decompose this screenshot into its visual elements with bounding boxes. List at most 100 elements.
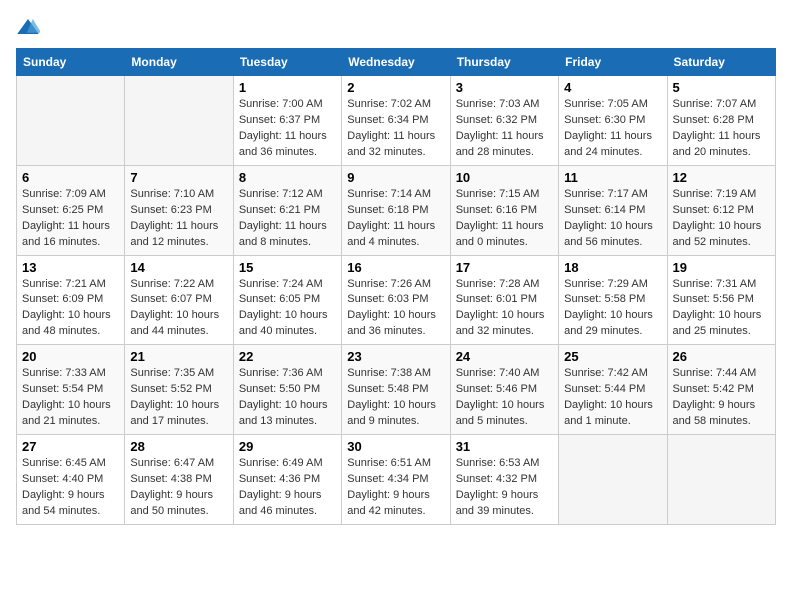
calendar-cell: 15Sunrise: 7:24 AMSunset: 6:05 PMDayligh…	[233, 255, 341, 345]
cell-info: Sunrise: 6:51 AM	[347, 456, 444, 472]
calendar-table: SundayMondayTuesdayWednesdayThursdayFrid…	[16, 48, 776, 525]
cell-info: Sunrise: 7:09 AM	[22, 187, 119, 203]
cell-info: Sunset: 6:34 PM	[347, 113, 444, 129]
cell-info: Sunset: 4:36 PM	[239, 472, 336, 488]
day-header-sunday: Sunday	[17, 49, 125, 76]
cell-info: Sunrise: 7:15 AM	[456, 187, 553, 203]
cell-info: Daylight: 10 hours and 13 minutes.	[239, 398, 336, 430]
cell-info: Sunset: 5:42 PM	[673, 382, 770, 398]
cell-info: Sunset: 6:23 PM	[130, 203, 227, 219]
cell-info: Daylight: 10 hours and 40 minutes.	[239, 308, 336, 340]
calendar-week-3: 13Sunrise: 7:21 AMSunset: 6:09 PMDayligh…	[17, 255, 776, 345]
cell-info: Sunset: 5:48 PM	[347, 382, 444, 398]
cell-info: Sunrise: 7:00 AM	[239, 97, 336, 113]
cell-info: Daylight: 11 hours and 28 minutes.	[456, 129, 553, 161]
calendar-cell: 28Sunrise: 6:47 AMSunset: 4:38 PMDayligh…	[125, 435, 233, 525]
cell-info: Sunrise: 7:29 AM	[564, 277, 661, 293]
cell-info: Sunset: 6:37 PM	[239, 113, 336, 129]
day-number: 13	[22, 260, 119, 275]
cell-info: Sunrise: 6:47 AM	[130, 456, 227, 472]
cell-info: Daylight: 10 hours and 25 minutes.	[673, 308, 770, 340]
calendar-cell: 5Sunrise: 7:07 AMSunset: 6:28 PMDaylight…	[667, 76, 775, 166]
cell-info: Sunset: 5:44 PM	[564, 382, 661, 398]
cell-info: Sunset: 6:25 PM	[22, 203, 119, 219]
cell-info: Sunrise: 7:02 AM	[347, 97, 444, 113]
day-number: 17	[456, 260, 553, 275]
calendar-cell: 9Sunrise: 7:14 AMSunset: 6:18 PMDaylight…	[342, 165, 450, 255]
day-number: 6	[22, 170, 119, 185]
day-number: 20	[22, 349, 119, 364]
cell-info: Daylight: 9 hours and 58 minutes.	[673, 398, 770, 430]
day-number: 25	[564, 349, 661, 364]
day-number: 24	[456, 349, 553, 364]
calendar-cell: 23 Sunrise: 7:38 AMSunset: 5:48 PMDayligh…	[342, 345, 450, 435]
calendar-header-row: SundayMondayTuesdayWednesdayThursdayFrid…	[17, 49, 776, 76]
cell-info: Sunrise: 7:42 AM	[564, 366, 661, 382]
day-number: 2	[347, 80, 444, 95]
day-number: 10	[456, 170, 553, 185]
cell-info: Daylight: 11 hours and 0 minutes.	[456, 219, 553, 251]
calendar-week-1: 1Sunrise: 7:00 AMSunset: 6:37 PMDaylight…	[17, 76, 776, 166]
cell-info: Sunset: 4:32 PM	[456, 472, 553, 488]
day-number: 23	[347, 349, 444, 364]
day-number: 11	[564, 170, 661, 185]
cell-info: Daylight: 11 hours and 36 minutes.	[239, 129, 336, 161]
cell-info: Sunrise: 7:14 AM	[347, 187, 444, 203]
calendar-cell: 30Sunrise: 6:51 AMSunset: 4:34 PMDayligh…	[342, 435, 450, 525]
day-number: 16	[347, 260, 444, 275]
cell-info: Daylight: 9 hours and 50 minutes.	[130, 488, 227, 520]
cell-info: Sunset: 6:18 PM	[347, 203, 444, 219]
calendar-week-2: 6 Sunrise: 7:09 AMSunset: 6:25 PM Daylight…	[17, 165, 776, 255]
cell-info: Daylight: 10 hours and 1 minute.	[564, 398, 661, 430]
cell-info: Sunset: 6:32 PM	[456, 113, 553, 129]
cell-info: Daylight: 11 hours and 4 minutes.	[347, 219, 444, 251]
cell-info: Sunset: 6:30 PM	[564, 113, 661, 129]
cell-info: Daylight: 10 hours and 48 minutes.	[22, 308, 119, 340]
cell-info: Daylight: 10 hours and 29 minutes.	[564, 308, 661, 340]
logo-icon	[16, 16, 40, 40]
cell-info: Sunrise: 7:28 AM	[456, 277, 553, 293]
cell-info: Daylight: 11 hours and 32 minutes.	[347, 129, 444, 161]
cell-info: Daylight: 11 hours and 8 minutes.	[239, 219, 336, 251]
calendar-cell	[559, 435, 667, 525]
calendar-cell: 4Sunrise: 7:05 AMSunset: 6:30 PMDaylight…	[559, 76, 667, 166]
cell-info: Sunrise: 7:21 AM	[22, 277, 119, 293]
day-number: 18	[564, 260, 661, 275]
calendar-cell: 8Sunrise: 7:12 AMSunset: 6:21 PMDaylight…	[233, 165, 341, 255]
cell-info: Sunset: 5:50 PM	[239, 382, 336, 398]
cell-info: Sunrise: 7:19 AM	[673, 187, 770, 203]
day-number: 14	[130, 260, 227, 275]
cell-info: Sunrise: 7:31 AM	[673, 277, 770, 293]
cell-info: Sunset: 6:03 PM	[347, 292, 444, 308]
day-number: 15	[239, 260, 336, 275]
cell-info: Sunset: 5:52 PM	[130, 382, 227, 398]
cell-info: Sunset: 6:16 PM	[456, 203, 553, 219]
cell-info: Sunrise: 7:03 AM	[456, 97, 553, 113]
cell-info: Daylight: 10 hours and 17 minutes.	[130, 398, 227, 430]
day-header-thursday: Thursday	[450, 49, 558, 76]
cell-info: Sunrise: 7:26 AM	[347, 277, 444, 293]
cell-info: Daylight: 9 hours and 42 minutes.	[347, 488, 444, 520]
day-number: 29	[239, 439, 336, 454]
cell-info: Sunset: 5:54 PM	[22, 382, 119, 398]
cell-info: Daylight: 10 hours and 36 minutes.	[347, 308, 444, 340]
calendar-week-4: 20 Sunrise: 7:33 AMSunset: 5:54 PM Dayligh…	[17, 345, 776, 435]
cell-info: Sunrise: 7:17 AM	[564, 187, 661, 203]
calendar-cell: 7Sunrise: 7:10 AMSunset: 6:23 PMDaylight…	[125, 165, 233, 255]
cell-info: Sunrise: 7:10 AM	[130, 187, 227, 203]
cell-info: Sunrise: 7:38 AM	[347, 366, 444, 382]
cell-info: Sunrise: 7:33 AM	[22, 366, 119, 382]
calendar-cell: 29Sunrise: 6:49 AMSunset: 4:36 PMDayligh…	[233, 435, 341, 525]
cell-info: Daylight: 10 hours and 9 minutes.	[347, 398, 444, 430]
cell-info: Daylight: 11 hours and 12 minutes.	[130, 219, 227, 251]
cell-info: Sunrise: 7:35 AM	[130, 366, 227, 382]
calendar-cell: 1Sunrise: 7:00 AMSunset: 6:37 PMDaylight…	[233, 76, 341, 166]
calendar-cell: 17Sunrise: 7:28 AMSunset: 6:01 PMDayligh…	[450, 255, 558, 345]
cell-info: Sunset: 6:21 PM	[239, 203, 336, 219]
day-number: 31	[456, 439, 553, 454]
day-header-monday: Monday	[125, 49, 233, 76]
cell-info: Sunset: 5:58 PM	[564, 292, 661, 308]
cell-info: Sunrise: 6:49 AM	[239, 456, 336, 472]
calendar-cell: 18 Sunrise: 7:29 AMSunset: 5:58 PMDayligh…	[559, 255, 667, 345]
cell-info: Daylight: 10 hours and 56 minutes.	[564, 219, 661, 251]
